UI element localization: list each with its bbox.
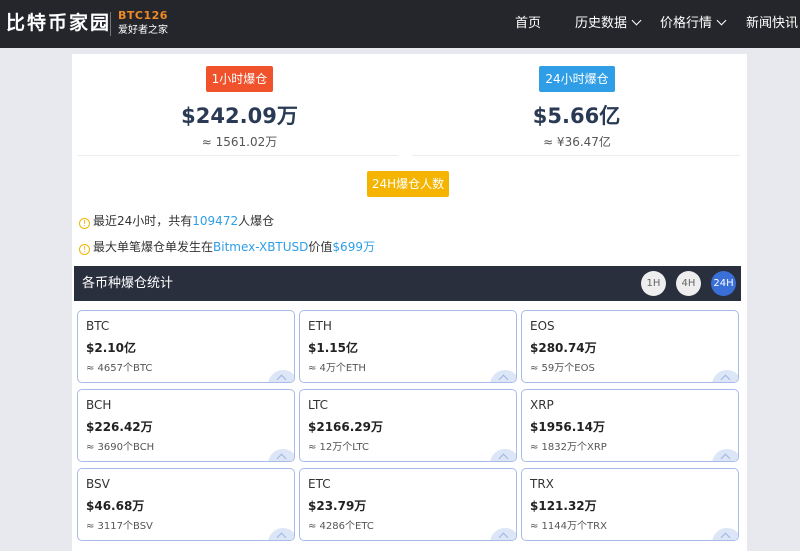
- logo-code: BTC126: [118, 9, 168, 22]
- coin-card-eos[interactable]: EOS $280.74万 ≈ 59万个EOS: [521, 310, 739, 383]
- chevron-up-icon: [268, 370, 294, 382]
- coin-liquidation-value: $1.15亿: [308, 341, 358, 355]
- coin-symbol: ETH: [308, 319, 332, 333]
- info-line1-prefix: 最近24小时，共有: [93, 214, 193, 228]
- coin-liquidation-qty: ≈ 4657个BTC: [86, 363, 153, 374]
- liquidation-panel: 1小时爆仓 24小时爆仓 $242.09万 $5.66亿 ≈ 1561.02万 …: [72, 54, 747, 551]
- nav-home-label: 首页: [515, 16, 542, 31]
- liquidation-1h-amount: $242.09万: [181, 104, 298, 128]
- warning-circle-icon: !: [79, 244, 90, 255]
- coin-symbol: TRX: [530, 477, 554, 491]
- warning-circle-icon: !: [79, 218, 90, 229]
- chevron-up-icon: [490, 449, 516, 461]
- coin-liquidation-value: $2166.29万: [308, 420, 384, 434]
- coin-liquidation-value: $46.68万: [86, 499, 145, 513]
- coin-symbol: BCH: [86, 398, 112, 412]
- liquidation-24h-approx: ≈ ¥36.47亿: [543, 135, 611, 149]
- chevron-up-icon: [712, 370, 738, 382]
- divider-right: [412, 155, 740, 156]
- chevron-up-icon: [268, 449, 294, 461]
- timeframe-1h-button[interactable]: 1H: [641, 271, 666, 296]
- coin-liquidation-value: $1956.14万: [530, 420, 606, 434]
- coin-card-btc[interactable]: BTC $2.10亿 ≈ 4657个BTC: [77, 310, 295, 383]
- coin-card-trx[interactable]: TRX $121.32万 ≈ 1144万个TRX: [521, 468, 739, 541]
- top-navigation-bar: 比特币家园 BTC126 爱好者之家 首页 历史数据 价格行情 新闻快讯: [0, 0, 800, 48]
- badge-24h-liquidation: 24小时爆仓: [539, 66, 615, 92]
- divider-left: [78, 155, 398, 156]
- coin-liquidation-qty: ≈ 59万个EOS: [530, 363, 595, 374]
- coin-stats-title: 各币种爆仓统计: [82, 276, 174, 291]
- largest-order-value: $699万: [332, 240, 375, 254]
- nav-price-quotes-label: 价格行情: [660, 16, 713, 31]
- coin-card-bch[interactable]: BCH $226.42万 ≈ 3690个BCH: [77, 389, 295, 462]
- info-line1-suffix: 人爆仓: [238, 214, 275, 228]
- coin-card-eth[interactable]: ETH $1.15亿 ≈ 4万个ETH: [299, 310, 517, 383]
- chevron-up-icon: [268, 528, 294, 540]
- coin-symbol: LTC: [308, 398, 329, 412]
- coin-card-etc[interactable]: ETC $23.79万 ≈ 4286个ETC: [299, 468, 517, 541]
- nav-news-flash-label: 新闻快讯: [746, 16, 799, 31]
- info-line-total-liquidated: ! 最近24小时，共有109472人爆仓: [79, 212, 274, 230]
- chevron-down-icon: [631, 15, 642, 26]
- liquidation-1h-approx: ≈ 1561.02万: [201, 135, 278, 149]
- coin-card-ltc[interactable]: LTC $2166.29万 ≈ 12万个LTC: [299, 389, 517, 462]
- coin-liquidation-qty: ≈ 12万个LTC: [308, 442, 369, 453]
- timeframe-4h-button[interactable]: 4H: [676, 271, 701, 296]
- liquidation-24h-amount: $5.66亿: [532, 104, 621, 128]
- coin-liquidation-qty: ≈ 3690个BCH: [86, 442, 155, 453]
- coin-card-bsv[interactable]: BSV $46.68万 ≈ 3117个BSV: [77, 468, 295, 541]
- largest-order-exchange[interactable]: Bitmex-XBTUSD: [213, 240, 308, 254]
- badge-1h-liquidation: 1小时爆仓: [206, 66, 273, 92]
- coin-symbol: BSV: [86, 477, 110, 491]
- chevron-down-icon: [716, 15, 727, 26]
- coin-liquidation-value: $121.32万: [530, 499, 597, 513]
- site-logo[interactable]: 比特币家园: [6, 10, 111, 36]
- coin-liquidation-value: $280.74万: [530, 341, 597, 355]
- coin-liquidation-value: $226.42万: [86, 420, 153, 434]
- coin-liquidation-qty: ≈ 4286个ETC: [308, 521, 374, 532]
- coin-symbol: BTC: [86, 319, 110, 333]
- coin-symbol: XRP: [530, 398, 554, 412]
- chevron-up-icon: [712, 528, 738, 540]
- coin-card-xrp[interactable]: XRP $1956.14万 ≈ 1832万个XRP: [521, 389, 739, 462]
- coin-symbol: ETC: [308, 477, 331, 491]
- coin-symbol: EOS: [530, 319, 555, 333]
- coin-stats-header: 各币种爆仓统计 1H 4H 24H: [74, 266, 741, 301]
- nav-history-data[interactable]: 历史数据: [575, 14, 642, 34]
- info-line-largest-order: ! 最大单笔爆仓单发生在Bitmex-XBTUSD价值$699万: [79, 238, 375, 256]
- coin-liquidation-qty: ≈ 1144万个TRX: [530, 521, 607, 532]
- chevron-up-icon: [712, 449, 738, 461]
- coin-liquidation-value: $23.79万: [308, 499, 367, 513]
- coin-liquidation-qty: ≈ 3117个BSV: [86, 521, 153, 532]
- logo-slogan: 爱好者之家: [118, 25, 168, 36]
- coin-liquidation-value: $2.10亿: [86, 341, 136, 355]
- coin-liquidation-qty: ≈ 4万个ETH: [308, 363, 366, 374]
- logo-divider: [110, 12, 111, 36]
- info-line2-prefix: 最大单笔爆仓单发生在: [93, 240, 214, 254]
- timeframe-24h-button[interactable]: 24H: [711, 271, 736, 296]
- nav-price-quotes[interactable]: 价格行情: [660, 14, 727, 34]
- liquidated-count: 109472: [192, 214, 239, 228]
- nav-history-data-label: 历史数据: [575, 16, 628, 31]
- info-line2-middle: 价值: [308, 240, 333, 254]
- nav-home[interactable]: 首页: [515, 14, 541, 34]
- nav-news-flash[interactable]: 新闻快讯: [746, 14, 798, 34]
- badge-24h-liquidated-count: 24H爆仓人数: [367, 171, 449, 197]
- coin-liquidation-qty: ≈ 1832万个XRP: [530, 442, 607, 453]
- chevron-up-icon: [490, 370, 516, 382]
- chevron-up-icon: [490, 528, 516, 540]
